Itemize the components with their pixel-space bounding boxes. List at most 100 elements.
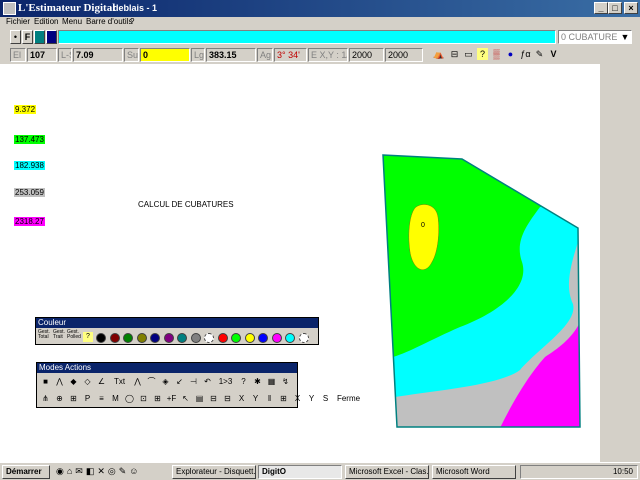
color-swatch-7[interactable] xyxy=(190,333,201,343)
mode2-tool-5[interactable]: M xyxy=(110,393,121,404)
gest-polled-button[interactable]: Gest. Polled xyxy=(67,330,82,340)
color-swatch-2[interactable] xyxy=(123,333,133,343)
menu-edition[interactable]: Edition xyxy=(34,17,58,26)
mode2-tool-16[interactable]: ‖ xyxy=(264,393,275,404)
mode2-tool-20[interactable]: S xyxy=(320,393,331,404)
mode2-tool-10[interactable]: ↖ xyxy=(180,393,191,404)
app-icon[interactable] xyxy=(3,2,16,15)
mode2-tool-14[interactable]: X xyxy=(236,393,247,404)
sphere-icon[interactable]: ● xyxy=(505,48,516,60)
scale-y-field[interactable]: 2000 xyxy=(385,48,423,62)
color-swatch-3[interactable] xyxy=(136,333,147,343)
mode2-tool-21[interactable]: Ferme xyxy=(334,393,363,404)
lg-field[interactable]: 383.15 xyxy=(206,48,256,62)
color-swatch-10[interactable] xyxy=(231,333,241,343)
mode2-tool-9[interactable]: +F xyxy=(166,393,177,404)
taskbar-digito[interactable]: DigitO xyxy=(258,465,342,479)
mode-select[interactable]: 0 CUBATURE ▼ xyxy=(558,30,632,44)
menu-help[interactable]: ? xyxy=(130,17,134,26)
function-icon[interactable]: ƒα xyxy=(519,48,532,60)
mode2-tool-18[interactable]: X xyxy=(292,393,303,404)
mode1-tool-12[interactable]: 1>3 xyxy=(216,376,235,387)
menu-fichier[interactable]: Fichier xyxy=(6,17,30,26)
palette-help-icon[interactable]: ? xyxy=(83,332,93,342)
mode2-tool-6[interactable]: ◯ xyxy=(124,393,135,404)
help-icon[interactable]: ? xyxy=(477,48,488,60)
taskbar-excel[interactable]: Microsoft Excel - Clas... xyxy=(345,465,429,479)
mode2-tool-12[interactable]: ⊟ xyxy=(208,393,219,404)
mode2-tool-11[interactable]: ▤ xyxy=(194,393,205,404)
mode1-tool-0[interactable]: ■ xyxy=(40,376,51,387)
su-field[interactable]: 0 xyxy=(140,48,190,62)
mode1-tool-10[interactable]: ⊣ xyxy=(188,376,199,387)
mode1-tool-8[interactable]: ◈ xyxy=(160,376,171,387)
mode1-tool-1[interactable]: ⋀ xyxy=(54,376,65,387)
close-button[interactable]: × xyxy=(624,2,638,14)
mode2-tool-13[interactable]: ⊟ xyxy=(222,393,233,404)
color-swatch-0[interactable] xyxy=(96,333,106,343)
tool-icon-3[interactable]: ▭ xyxy=(463,48,474,60)
drawing-canvas[interactable]: 9.372 137.473 182.938 253.059 2318.27 CA… xyxy=(0,64,600,462)
mode2-tool-0[interactable]: ⋔ xyxy=(40,393,51,404)
mode1-tool-5[interactable]: Txt xyxy=(110,376,129,387)
color-swatch-5[interactable] xyxy=(163,333,174,343)
maximize-button[interactable]: □ xyxy=(608,2,622,14)
el-field[interactable]: 107 xyxy=(27,48,57,62)
color-swatch-8[interactable] xyxy=(204,333,214,343)
color-swatch-4[interactable] xyxy=(150,333,160,343)
menu-barre-outils[interactable]: Barre d'outils xyxy=(86,17,132,26)
quick-launch[interactable]: ◉⌂✉◧✕◎✎☺ xyxy=(56,466,166,478)
navy-swatch-button[interactable] xyxy=(46,30,57,44)
tool-icon-1[interactable]: ⛺ xyxy=(433,48,444,60)
menu-menu[interactable]: Menu xyxy=(62,17,82,26)
color-swatch-6[interactable] xyxy=(177,333,187,343)
mode1-tool-15[interactable]: ▦ xyxy=(266,376,277,387)
minimize-button[interactable]: _ xyxy=(594,2,608,14)
mode2-tool-15[interactable]: Y xyxy=(250,393,261,404)
toolbar-top: • F 0 CUBATURE ▼ xyxy=(0,28,640,46)
mode2-tool-2[interactable]: ⊞ xyxy=(68,393,79,404)
teal-swatch-button[interactable] xyxy=(34,30,45,44)
hatch-icon[interactable]: ▒ xyxy=(491,48,502,60)
taskbar-explorer[interactable]: Explorateur - Disquett... xyxy=(172,465,256,479)
gest-polled-l2: Polled xyxy=(67,334,81,340)
mode1-tool-14[interactable]: ✱ xyxy=(252,376,263,387)
ls-field[interactable]: 7.09 xyxy=(73,48,123,62)
color-swatch-15[interactable] xyxy=(298,333,309,343)
v-button[interactable]: V xyxy=(548,48,559,60)
start-button[interactable]: Démarrer xyxy=(2,465,50,479)
mode1-tool-7[interactable]: ⌒ xyxy=(146,376,157,387)
mode2-tool-19[interactable]: Y xyxy=(306,393,317,404)
f-button[interactable]: F xyxy=(22,30,33,44)
ls-label: L-S xyxy=(58,48,72,62)
color-swatch-1[interactable] xyxy=(109,333,120,343)
mode1-tool-6[interactable]: ⋀ xyxy=(132,376,143,387)
color-swatch-14[interactable] xyxy=(285,333,295,343)
pen-icon[interactable]: ✎ xyxy=(534,48,545,60)
color-swatch-11[interactable] xyxy=(244,333,255,343)
color-swatch-13[interactable] xyxy=(271,333,282,343)
mode2-tool-3[interactable]: P xyxy=(82,393,93,404)
taskbar-word[interactable]: Microsoft Word xyxy=(432,465,516,479)
mode1-tool-9[interactable]: ↙ xyxy=(174,376,185,387)
color-swatch-9[interactable] xyxy=(217,333,228,343)
mode2-tool-17[interactable]: ⊞ xyxy=(278,393,289,404)
mode1-tool-13[interactable]: ? xyxy=(238,376,249,387)
mode2-tool-4[interactable]: ≡ xyxy=(96,393,107,404)
color-swatch-12[interactable] xyxy=(258,333,268,343)
chevron-down-icon[interactable]: ▼ xyxy=(620,31,630,43)
mode1-tool-11[interactable]: ↶ xyxy=(202,376,213,387)
ag-field[interactable]: 3° 34' xyxy=(274,48,307,62)
gest-total-button[interactable]: Gest. Total xyxy=(38,330,52,340)
bullet-button[interactable]: • xyxy=(10,30,21,44)
tool-icon-2[interactable]: ⊟ xyxy=(449,48,460,60)
mode1-tool-2[interactable]: ◆ xyxy=(68,376,79,387)
mode2-tool-1[interactable]: ⊕ xyxy=(54,393,65,404)
mode1-tool-16[interactable]: ↯ xyxy=(280,376,291,387)
mode2-tool-7[interactable]: ⊡ xyxy=(138,393,149,404)
gest-trait-button[interactable]: Gest. Trait xyxy=(53,330,67,340)
mode1-tool-4[interactable]: ∠ xyxy=(96,376,107,387)
mode1-tool-3[interactable]: ◇ xyxy=(82,376,93,387)
mode2-tool-8[interactable]: ⊞ xyxy=(152,393,163,404)
scale-x-field[interactable]: 2000 xyxy=(349,48,384,62)
